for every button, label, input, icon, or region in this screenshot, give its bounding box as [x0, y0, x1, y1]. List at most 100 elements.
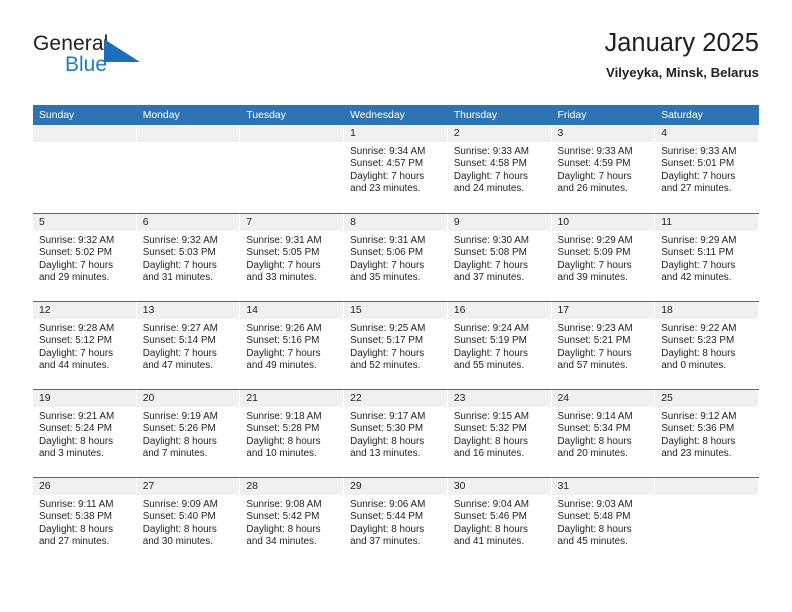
calendar-day-cell[interactable]: 24 Sunrise: 9:14 AM Sunset: 5:34 PM Dayligh… [551, 389, 656, 477]
detail-sunrise: Sunrise: 9:06 AM [350, 499, 426, 510]
calendar-day-cell[interactable]: 17 Sunrise: 9:23 AM Sunset: 5:21 PM Dayligh… [551, 301, 656, 389]
detail-daylight-line2: and 23 minutes. [661, 448, 732, 460]
day-number: 10 [557, 217, 570, 228]
calendar-day-cell[interactable] [136, 125, 241, 213]
detail-daylight-line1: Daylight: 7 hours [246, 259, 321, 271]
detail-daylight-line1: Daylight: 7 hours [557, 347, 632, 359]
detail-daylight-line1: Daylight: 7 hours [350, 347, 425, 359]
day-number: 27 [142, 481, 155, 492]
calendar-day-cell[interactable] [33, 125, 137, 213]
triangle-icon [104, 39, 140, 62]
detail-sunrise: Sunrise: 9:26 AM [246, 323, 322, 334]
day-number-band: 21 [240, 390, 345, 407]
day-number-band: 15 [344, 302, 448, 319]
detail-daylight-line2: and 55 minutes. [453, 360, 525, 372]
day-cell-inner: 25 Sunrise: 9:12 AM Sunset: 5:36 PM Dayligh… [655, 389, 759, 477]
calendar-body: 1 Sunrise: 9:34 AM Sunset: 4:57 PM Daylight… [33, 125, 759, 565]
calendar-day-cell[interactable]: 25 Sunrise: 9:12 AM Sunset: 5:36 PM Dayligh… [655, 389, 759, 477]
detail-sunrise: Sunrise: 9:33 AM [453, 146, 530, 157]
calendar-day-cell[interactable]: 22 Sunrise: 9:17 AM Sunset: 5:30 PM Dayligh… [344, 389, 448, 477]
detail-daylight-line2: and 39 minutes. [557, 272, 628, 284]
detail-sunrise: Sunrise: 9:34 AM [350, 146, 426, 157]
detail-daylight-line1: Daylight: 8 hours [661, 435, 736, 447]
detail-sunset: Sunset: 5:28 PM [246, 423, 320, 435]
detail-sunrise: Sunrise: 9:15 AM [453, 411, 530, 422]
detail-sunrise: Sunrise: 9:27 AM [142, 323, 218, 334]
detail-daylight-line2: and 37 minutes. [350, 536, 421, 548]
day-cell-inner: 11 Sunrise: 9:29 AM Sunset: 5:11 PM Dayligh… [655, 213, 759, 301]
day-number: 29 [350, 481, 362, 492]
calendar-day-cell[interactable]: 9 Sunrise: 9:30 AM Sunset: 5:08 PM Daylight… [447, 213, 552, 301]
calendar-day-cell[interactable]: 20 Sunrise: 9:19 AM Sunset: 5:26 PM Dayligh… [136, 389, 241, 477]
detail-sunset: Sunset: 5:46 PM [453, 511, 527, 523]
calendar-day-cell[interactable]: 8 Sunrise: 9:31 AM Sunset: 5:06 PM Daylight… [344, 213, 448, 301]
detail-daylight-line2: and 23 minutes. [350, 183, 421, 195]
day-number-band: 1 [344, 125, 448, 142]
calendar-day-cell[interactable]: 27 Sunrise: 9:09 AM Sunset: 5:40 PM Dayligh… [136, 477, 241, 565]
calendar-day-cell[interactable]: 11 Sunrise: 9:29 AM Sunset: 5:11 PM Dayligh… [655, 213, 759, 301]
day-cell-inner: 7 Sunrise: 9:31 AM Sunset: 5:05 PM Daylight… [240, 213, 345, 301]
detail-sunset: Sunset: 5:36 PM [661, 423, 735, 435]
detail-daylight-line1: Daylight: 7 hours [557, 170, 632, 182]
day-cell-inner: 28 Sunrise: 9:08 AM Sunset: 5:42 PM Dayligh… [240, 477, 345, 565]
calendar-day-cell[interactable] [655, 477, 759, 565]
day-number: 20 [142, 393, 155, 404]
calendar-page: General Blue January 2025 Vilyeyka, Mins… [0, 0, 792, 612]
calendar-day-cell[interactable]: 30 Sunrise: 9:04 AM Sunset: 5:46 PM Dayligh… [447, 477, 552, 565]
calendar-day-cell[interactable]: 4 Sunrise: 9:33 AM Sunset: 5:01 PM Daylight… [655, 125, 759, 213]
detail-daylight-line1: Daylight: 8 hours [453, 435, 528, 447]
calendar-day-cell[interactable]: 12 Sunrise: 9:28 AM Sunset: 5:12 PM Dayligh… [33, 301, 137, 389]
detail-daylight-line2: and 10 minutes. [246, 448, 317, 460]
calendar-day-cell[interactable]: 23 Sunrise: 9:15 AM Sunset: 5:32 PM Dayligh… [447, 389, 552, 477]
calendar-day-cell[interactable]: 10 Sunrise: 9:29 AM Sunset: 5:09 PM Dayligh… [551, 213, 656, 301]
calendar-day-cell[interactable]: 28 Sunrise: 9:08 AM Sunset: 5:42 PM Dayligh… [240, 477, 345, 565]
day-details: Sunrise: 9:18 AM Sunset: 5:28 PM Daylight:… [240, 407, 344, 461]
calendar-day-cell[interactable]: 3 Sunrise: 9:33 AM Sunset: 4:59 PM Daylight… [551, 125, 656, 213]
detail-sunrise: Sunrise: 9:17 AM [350, 411, 426, 422]
calendar-day-cell[interactable]: 15 Sunrise: 9:25 AM Sunset: 5:17 PM Dayligh… [344, 301, 448, 389]
brand-logo[interactable]: General Blue [33, 32, 163, 88]
calendar-day-cell[interactable]: 1 Sunrise: 9:34 AM Sunset: 4:57 PM Daylight… [344, 125, 448, 213]
calendar-day-cell[interactable]: 21 Sunrise: 9:18 AM Sunset: 5:28 PM Dayligh… [240, 389, 345, 477]
day-number-band: 12 [33, 302, 137, 319]
day-cell-inner [240, 125, 345, 213]
day-number-band: 19 [33, 390, 137, 407]
detail-sunrise: Sunrise: 9:29 AM [557, 235, 633, 246]
calendar-day-cell[interactable]: 13 Sunrise: 9:27 AM Sunset: 5:14 PM Dayligh… [136, 301, 241, 389]
day-details: Sunrise: 9:32 AM Sunset: 5:03 PM Daylight:… [137, 231, 241, 285]
day-number: 4 [661, 128, 667, 139]
calendar-day-cell[interactable]: 5 Sunrise: 9:32 AM Sunset: 5:02 PM Daylight… [33, 213, 137, 301]
day-details: Sunrise: 9:26 AM Sunset: 5:16 PM Daylight:… [240, 319, 344, 373]
calendar-day-cell[interactable]: 31 Sunrise: 9:03 AM Sunset: 5:48 PM Dayligh… [551, 477, 656, 565]
detail-daylight-line2: and 13 minutes. [350, 448, 421, 460]
day-cell-inner: 3 Sunrise: 9:33 AM Sunset: 4:59 PM Daylight… [551, 125, 656, 213]
detail-sunset: Sunset: 5:08 PM [453, 247, 527, 259]
day-details: Sunrise: 9:31 AM Sunset: 5:06 PM Daylight:… [344, 231, 448, 285]
calendar-day-cell[interactable]: 14 Sunrise: 9:26 AM Sunset: 5:16 PM Dayligh… [240, 301, 345, 389]
calendar-day-cell[interactable]: 7 Sunrise: 9:31 AM Sunset: 5:05 PM Daylight… [240, 213, 345, 301]
calendar-day-cell[interactable]: 6 Sunrise: 9:32 AM Sunset: 5:03 PM Daylight… [136, 213, 241, 301]
calendar-day-cell[interactable]: 19 Sunrise: 9:21 AM Sunset: 5:24 PM Dayligh… [33, 389, 137, 477]
detail-sunrise: Sunrise: 9:32 AM [39, 235, 115, 246]
day-details: Sunrise: 9:22 AM Sunset: 5:23 PM Daylight:… [655, 319, 759, 373]
detail-sunset: Sunset: 4:58 PM [453, 158, 527, 170]
calendar-day-cell[interactable]: 16 Sunrise: 9:24 AM Sunset: 5:19 PM Dayligh… [447, 301, 552, 389]
day-number-band: 27 [136, 478, 241, 495]
calendar-day-cell[interactable]: 29 Sunrise: 9:06 AM Sunset: 5:44 PM Dayligh… [344, 477, 448, 565]
detail-sunset: Sunset: 5:24 PM [39, 423, 113, 435]
day-number: 15 [350, 305, 362, 316]
detail-sunrise: Sunrise: 9:30 AM [453, 235, 530, 246]
detail-daylight-line1: Daylight: 8 hours [350, 523, 425, 535]
detail-daylight-line1: Daylight: 7 hours [661, 170, 736, 182]
day-cell-inner: 23 Sunrise: 9:15 AM Sunset: 5:32 PM Dayligh… [447, 389, 552, 477]
detail-daylight-line2: and 24 minutes. [453, 183, 525, 195]
calendar-day-cell[interactable]: 18 Sunrise: 9:22 AM Sunset: 5:23 PM Dayligh… [655, 301, 759, 389]
day-number [33, 125, 136, 127]
detail-daylight-line2: and 49 minutes. [246, 360, 317, 372]
calendar-day-cell[interactable]: 26 Sunrise: 9:11 AM Sunset: 5:38 PM Dayligh… [33, 477, 137, 565]
detail-daylight-line1: Daylight: 7 hours [661, 259, 736, 271]
calendar-day-cell[interactable] [240, 125, 345, 213]
calendar-day-cell[interactable]: 2 Sunrise: 9:33 AM Sunset: 4:58 PM Daylight… [447, 125, 552, 213]
detail-sunset: Sunset: 5:02 PM [39, 247, 113, 259]
detail-daylight-line2: and 30 minutes. [142, 536, 213, 548]
